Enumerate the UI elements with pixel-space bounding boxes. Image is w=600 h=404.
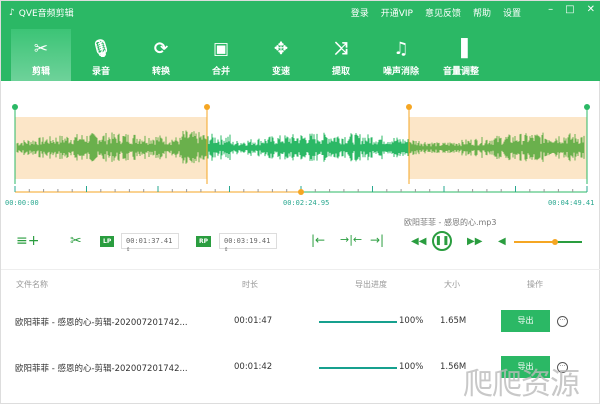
- progress-text: 100%: [399, 316, 424, 326]
- split-icon[interactable]: →|←: [340, 233, 362, 246]
- file-size: 1.65M: [440, 316, 467, 326]
- volume-handle[interactable]: [551, 238, 558, 245]
- lp-time-input[interactable]: 00:01:37.41 ⇕: [121, 233, 179, 253]
- microphone-icon: 🎙: [90, 39, 112, 59]
- playhead[interactable]: [298, 189, 304, 195]
- music-note-icon: ♪: [9, 7, 15, 18]
- refresh-icon: ⟳: [153, 39, 169, 59]
- progress-text: 100%: [399, 362, 424, 372]
- watermark: 爬爬资源: [463, 367, 580, 402]
- col-size: 大小: [444, 280, 460, 289]
- export-button[interactable]: 导出: [501, 310, 550, 332]
- bar-chart-icon: ▐: [454, 39, 468, 59]
- volume-fill: [514, 241, 555, 243]
- menu-login[interactable]: 登录: [351, 6, 369, 19]
- shuffle-icon: ⤨: [334, 39, 348, 59]
- app-title: ♪ QVE音频剪辑: [9, 7, 74, 20]
- tab-volume[interactable]: ▐ 音量调整: [431, 29, 491, 81]
- file-duration: 00:01:42: [234, 362, 273, 372]
- rp-badge: RP: [196, 236, 212, 247]
- lp-marker-handle: [204, 104, 210, 110]
- tool-tabs: ✂ 剪辑 🎙 录音 ⟳ 转换 ▣ 合并 ✥ 变速 ⤨ 提取 ♫ 噪声消除 ▐ 音量调整: [11, 29, 491, 81]
- file-duration: 00:01:47: [234, 316, 273, 326]
- time-current: 00:02:24.95: [283, 199, 330, 207]
- playlist-music-icon: ♫: [393, 39, 409, 59]
- time-start: 00:00:00: [5, 199, 39, 207]
- add-list-icon[interactable]: ≡+: [16, 233, 39, 249]
- divider: [1, 269, 600, 270]
- pause-button[interactable]: ❚❚: [432, 231, 452, 251]
- top-menu: 登录 开通VIP 意见反馈 帮助 设置: [351, 6, 521, 19]
- close-button[interactable]: ✕: [587, 4, 595, 15]
- col-duration: 时长: [242, 280, 258, 289]
- menu-feedback[interactable]: 意见反馈: [425, 6, 461, 19]
- progress-bar: [319, 367, 397, 369]
- merge-icon: ▣: [212, 39, 230, 59]
- tab-merge[interactable]: ▣ 合并: [191, 29, 251, 81]
- jump-start-icon[interactable]: |←: [311, 233, 325, 247]
- tab-denoise[interactable]: ♫ 噪声消除: [371, 29, 431, 81]
- tab-convert[interactable]: ⟳ 转换: [131, 29, 191, 81]
- current-filename: 欧阳菲菲 - 感恩的心.mp3: [404, 218, 497, 227]
- menu-help[interactable]: 帮助: [473, 6, 491, 19]
- scissors-icon[interactable]: ✂: [70, 233, 82, 249]
- file-name: 欧阳菲菲 - 感恩的心-剪辑-202007201742...: [15, 318, 188, 328]
- file-name: 欧阳菲菲 - 感恩的心-剪辑-202007201742...: [15, 364, 188, 374]
- tab-speed[interactable]: ✥ 变速: [251, 29, 311, 81]
- volume-slider[interactable]: [514, 238, 582, 245]
- rp-time-input[interactable]: 00:03:19.41 ⇕: [219, 233, 277, 253]
- fast-forward-icon[interactable]: ▶▶: [467, 236, 482, 247]
- rewind-icon[interactable]: ◀◀: [411, 236, 426, 247]
- scissors-icon: ✂: [33, 39, 49, 59]
- col-progress: 导出进度: [355, 280, 387, 289]
- tab-cut[interactable]: ✂ 剪辑: [11, 29, 71, 81]
- rp-marker-handle: [406, 104, 412, 110]
- maximize-button[interactable]: □: [565, 4, 574, 15]
- gamepad-icon: ✥: [273, 39, 289, 59]
- tab-extract[interactable]: ⤨ 提取: [311, 29, 371, 81]
- time-end: 00:04:49.41: [548, 199, 595, 207]
- volume-icon[interactable]: ◀: [498, 236, 506, 247]
- col-filename: 文件名称: [16, 280, 48, 289]
- lp-badge: LP: [100, 236, 115, 247]
- progress-bar: [319, 321, 397, 323]
- start-marker-handle: [12, 104, 18, 110]
- minimize-button[interactable]: –: [548, 4, 553, 15]
- menu-vip[interactable]: 开通VIP: [381, 6, 413, 19]
- title-bar: ♪ QVE音频剪辑 登录 开通VIP 意见反馈 帮助 设置 – □ ✕ ✂ 剪辑 🎙…: [1, 1, 600, 81]
- more-icon[interactable]: ···: [557, 316, 568, 327]
- col-action: 操作: [527, 280, 543, 289]
- end-marker-handle: [584, 104, 590, 110]
- jump-end-icon[interactable]: →|: [370, 233, 384, 247]
- tab-record[interactable]: 🎙 录音: [71, 29, 131, 81]
- menu-settings[interactable]: 设置: [503, 6, 521, 19]
- waveform-editor[interactable]: [1, 96, 600, 198]
